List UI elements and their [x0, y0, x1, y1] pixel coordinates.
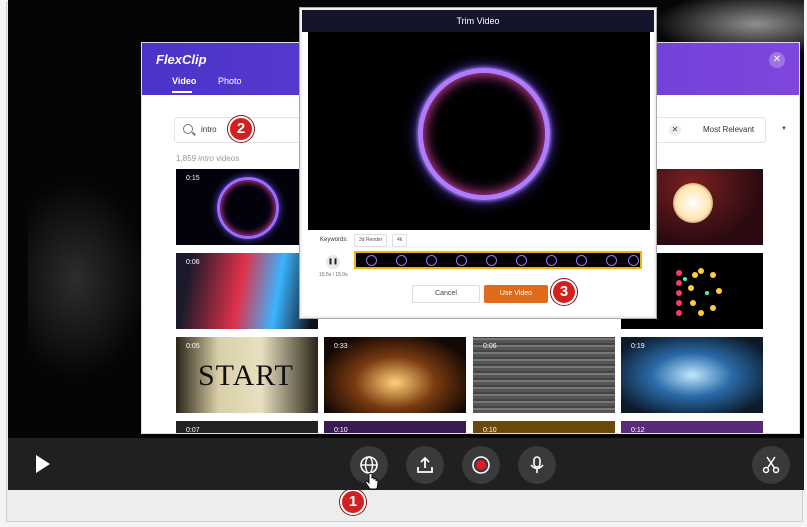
- record-icon: [472, 456, 490, 474]
- cancel-button[interactable]: Cancel: [412, 285, 480, 303]
- video-thumbnail[interactable]: 0:33: [324, 337, 466, 413]
- clear-search-icon[interactable]: ✕: [669, 124, 681, 136]
- upload-icon: [417, 456, 433, 473]
- video-thumbnail[interactable]: 0:19: [621, 337, 763, 413]
- use-video-button[interactable]: Use Video: [484, 285, 548, 303]
- timeline-frame: [628, 255, 639, 266]
- timeline-frame: [366, 255, 377, 266]
- search-icon: [183, 124, 193, 134]
- trim-timeline[interactable]: [354, 251, 642, 269]
- active-tab-indicator: [172, 91, 192, 93]
- video-duration: 0:05: [186, 343, 200, 350]
- video-thumbnail[interactable]: 0:10: [473, 421, 615, 434]
- video-duration: 0:19: [631, 343, 645, 350]
- timeline-frame: [546, 255, 557, 266]
- step-badge-3: 3: [551, 279, 577, 305]
- start-text: START: [198, 359, 294, 392]
- scissors-button[interactable]: [752, 446, 790, 484]
- results-number: 1,859: [176, 154, 197, 163]
- results-term: intro: [198, 154, 214, 163]
- timeline-frame: [456, 255, 467, 266]
- video-thumbnail[interactable]: 0:07: [176, 421, 318, 434]
- keyword-tag[interactable]: 4k: [392, 234, 408, 247]
- keyword-tag[interactable]: 3d Render: [354, 234, 388, 247]
- video-duration: 0:07: [186, 427, 200, 434]
- flexclip-logo: FlexClip: [156, 52, 207, 67]
- search-input[interactable]: intro: [201, 125, 217, 134]
- video-thumbnail[interactable]: START 0:05: [176, 337, 318, 413]
- step-badge-1: 1: [340, 489, 366, 515]
- dialog-title: Trim Video: [302, 10, 654, 32]
- video-duration: 0:33: [334, 343, 348, 350]
- bottom-toolbar: [8, 438, 804, 490]
- neon-ring-graphic: [418, 68, 550, 200]
- record-button[interactable]: [462, 446, 500, 484]
- close-icon[interactable]: ✕: [769, 52, 785, 68]
- results-suffix: videos: [216, 154, 240, 163]
- scissors-icon: [762, 456, 780, 474]
- video-duration: 0:15: [186, 175, 200, 182]
- microphone-button[interactable]: [518, 446, 556, 484]
- timeline-frame: [516, 255, 527, 266]
- trim-video-dialog: Trim Video Keywords: 3d Render 4k ❚❚ 15.…: [300, 8, 656, 318]
- video-thumbnail[interactable]: 0:15: [176, 169, 318, 245]
- sort-dropdown[interactable]: Most Relevant: [703, 125, 754, 134]
- step-badge-2: 2: [228, 116, 254, 142]
- timeline-frame: [606, 255, 617, 266]
- tab-photo[interactable]: Photo: [218, 76, 242, 86]
- microphone-icon: [530, 456, 544, 473]
- keywords-label: Keywords:: [320, 237, 349, 243]
- timeline-frame: [486, 255, 497, 266]
- video-duration: 0:06: [186, 259, 200, 266]
- stage-glow: [28, 180, 148, 380]
- video-duration: 0:06: [483, 343, 497, 350]
- video-thumbnail[interactable]: 0:12: [621, 421, 763, 434]
- play-icon[interactable]: [36, 455, 50, 473]
- video-duration: 0:10: [483, 427, 497, 434]
- upload-button[interactable]: [406, 446, 444, 484]
- chevron-down-icon[interactable]: ▼: [781, 126, 787, 132]
- video-thumbnail[interactable]: 0:06: [473, 337, 615, 413]
- video-thumbnail[interactable]: 0:10: [324, 421, 466, 434]
- video-thumbnail[interactable]: 0:06: [176, 253, 318, 329]
- results-count: 1,859 intro videos: [176, 154, 239, 163]
- pause-button[interactable]: ❚❚: [326, 255, 340, 269]
- hand-cursor-icon: [365, 472, 379, 490]
- tab-video[interactable]: Video: [172, 76, 196, 86]
- timeline-frame: [396, 255, 407, 266]
- neon-ring-graphic: [217, 177, 279, 239]
- timeline-frame: [426, 255, 437, 266]
- timeline-frame: [576, 255, 587, 266]
- video-duration: 0:10: [334, 427, 348, 434]
- video-duration: 0:12: [631, 427, 645, 434]
- light-orb-graphic: [673, 183, 713, 223]
- time-readout: 15.5s / 15.0s: [319, 272, 348, 278]
- video-preview[interactable]: [308, 32, 650, 230]
